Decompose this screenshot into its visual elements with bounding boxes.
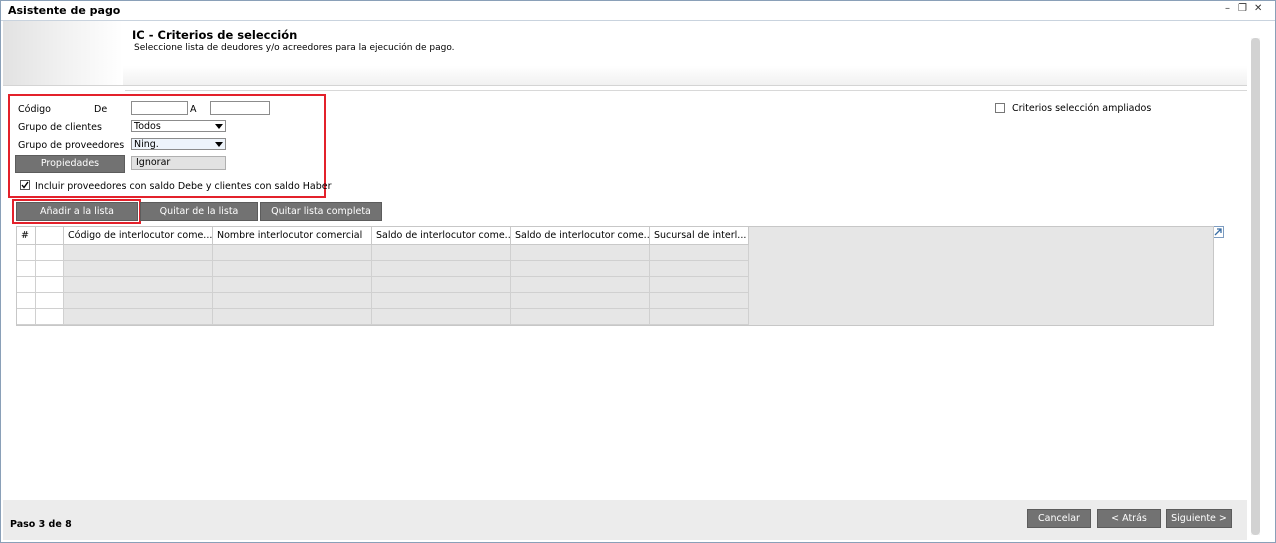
grid-cell[interactable] xyxy=(372,277,511,293)
back-button[interactable]: < Atrás xyxy=(1097,509,1161,528)
grid-cell[interactable] xyxy=(511,309,650,325)
grupo-proveedores-value: Ning. xyxy=(134,139,159,150)
grid-header-nombre[interactable]: Nombre interlocutor comercial xyxy=(213,227,372,245)
window-title: Asistente de pago xyxy=(8,4,121,17)
grid-cell[interactable] xyxy=(64,277,213,293)
remove-all-button[interactable]: Quitar lista completa xyxy=(260,202,382,221)
page-title: IC - Criterios de selección xyxy=(132,28,298,42)
grid-cell[interactable] xyxy=(511,293,650,309)
codigo-a-input[interactable] xyxy=(210,101,270,115)
grid-cell[interactable] xyxy=(36,277,64,293)
grid-cell[interactable] xyxy=(650,277,749,293)
grid-cell[interactable] xyxy=(36,293,64,309)
step-indicator: Paso 3 de 8 xyxy=(10,519,72,530)
grid-cell[interactable] xyxy=(650,245,749,261)
grupo-clientes-label: Grupo de clientes xyxy=(18,122,102,133)
grupo-clientes-value: Todos xyxy=(134,121,161,132)
grid-cell[interactable] xyxy=(36,309,64,325)
grid-cell[interactable] xyxy=(36,261,64,277)
arrow-icon xyxy=(1214,228,1222,236)
business-partner-grid[interactable]: # Código de interlocutor come... Nombre … xyxy=(16,226,1214,326)
grid-row-number-cell[interactable] xyxy=(17,277,36,293)
grid-header-index[interactable]: # xyxy=(17,227,36,245)
grid-header-sucursal[interactable]: Sucursal de interl... xyxy=(650,227,749,245)
grid-cell[interactable] xyxy=(372,309,511,325)
de-label: De xyxy=(94,104,108,115)
grid-cell[interactable] xyxy=(64,309,213,325)
grid-cell[interactable] xyxy=(511,277,650,293)
ampliados-label: Criterios selección ampliados xyxy=(1012,103,1152,114)
grid-header-saldo-1[interactable]: Saldo de interlocutor come... xyxy=(372,227,511,245)
grid-cell[interactable] xyxy=(213,277,372,293)
grupo-proveedores-select[interactable]: Ning. xyxy=(131,138,226,150)
grid-cell[interactable] xyxy=(650,261,749,277)
a-label: A xyxy=(190,104,197,115)
next-button[interactable]: Siguiente > xyxy=(1166,509,1232,528)
title-bar xyxy=(1,1,1275,21)
grid-cell[interactable] xyxy=(511,245,650,261)
grid-row-number-cell[interactable] xyxy=(17,261,36,277)
chevron-down-icon xyxy=(215,142,223,147)
codigo-label: Código xyxy=(18,104,51,115)
scrollbar-thumb[interactable] xyxy=(1251,38,1260,535)
restore-icon[interactable]: ❐ xyxy=(1238,3,1247,14)
incluir-checkbox[interactable] xyxy=(20,180,30,190)
grid-cell[interactable] xyxy=(511,261,650,277)
grid-row-number-cell[interactable] xyxy=(17,245,36,261)
grid-cell[interactable] xyxy=(650,293,749,309)
grid-cell[interactable] xyxy=(372,261,511,277)
grid-cell[interactable] xyxy=(213,293,372,309)
check-icon xyxy=(21,181,29,189)
grid-header-select[interactable] xyxy=(36,227,64,245)
ampliados-checkbox[interactable] xyxy=(995,103,1005,113)
grid-cell[interactable] xyxy=(64,293,213,309)
header-graphic xyxy=(3,21,123,85)
grid-cell[interactable] xyxy=(64,261,213,277)
grid-header-saldo-2[interactable]: Saldo de interlocutor come... xyxy=(511,227,650,245)
grid-cell[interactable] xyxy=(64,245,213,261)
propiedades-value: Ignorar xyxy=(131,156,226,170)
grid-cell[interactable] xyxy=(213,261,372,277)
codigo-de-input[interactable] xyxy=(131,101,188,115)
chevron-down-icon xyxy=(215,124,223,129)
grid-header-codigo[interactable]: Código de interlocutor come... xyxy=(64,227,213,245)
propiedades-button[interactable]: Propiedades xyxy=(15,155,125,173)
page-subtitle: Seleccione lista de deudores y/o acreedo… xyxy=(134,43,455,53)
grid-row-number-cell[interactable] xyxy=(17,309,36,325)
incluir-label: Incluir proveedores con saldo Debe y cli… xyxy=(35,181,332,192)
close-icon[interactable]: ✕ xyxy=(1254,3,1262,14)
grid-cell[interactable] xyxy=(36,245,64,261)
grid-cell[interactable] xyxy=(372,293,511,309)
grupo-proveedores-label: Grupo de proveedores xyxy=(18,140,125,151)
minimize-icon[interactable]: – xyxy=(1225,3,1230,14)
grupo-clientes-select[interactable]: Todos xyxy=(131,120,226,132)
remove-from-list-button[interactable]: Quitar de la lista xyxy=(140,202,258,221)
grid-cell[interactable] xyxy=(650,309,749,325)
add-button-highlight-box xyxy=(12,199,141,224)
grid-row-number-cell[interactable] xyxy=(17,293,36,309)
cancel-button[interactable]: Cancelar xyxy=(1027,509,1091,528)
grid-cell[interactable] xyxy=(213,309,372,325)
grid-cell[interactable] xyxy=(213,245,372,261)
grid-cell[interactable] xyxy=(372,245,511,261)
header-divider xyxy=(125,90,1247,91)
